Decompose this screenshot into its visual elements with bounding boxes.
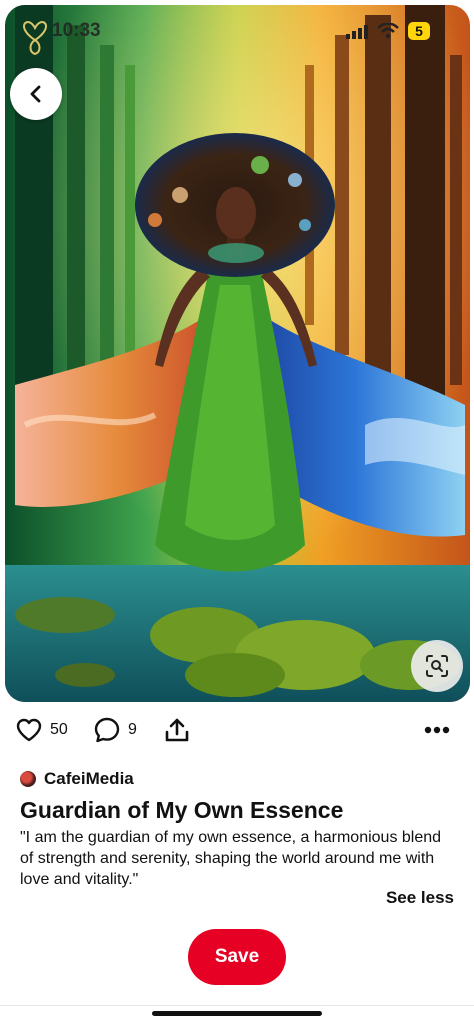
home-indicator[interactable]	[152, 1011, 322, 1016]
comment-bubble-icon	[94, 717, 120, 743]
share-button[interactable]	[164, 712, 190, 748]
back-button[interactable]	[10, 68, 62, 120]
forest-guardian-artwork	[5, 5, 470, 702]
chevron-left-icon	[30, 85, 41, 103]
pin-actions: 50 9	[16, 712, 458, 748]
see-less-link[interactable]: See less	[386, 888, 454, 908]
share-icon	[165, 718, 189, 742]
pin-title: Guardian of My Own Essence	[20, 797, 344, 823]
comment-count: 9	[128, 721, 137, 738]
more-options-button[interactable]	[424, 712, 450, 748]
visual-search-button[interactable]	[411, 640, 463, 692]
heart-icon	[16, 718, 42, 742]
more-dots-icon	[424, 726, 450, 734]
pin-author[interactable]: CafeiMedia	[20, 768, 134, 790]
lens-search-icon	[426, 655, 448, 677]
divider	[0, 1005, 474, 1006]
pin-image[interactable]	[5, 5, 470, 702]
like-button[interactable]: 50	[16, 712, 68, 748]
save-button[interactable]: Save	[188, 929, 286, 985]
comment-button[interactable]: 9	[94, 712, 137, 748]
pin-description: "I am the guardian of my own essence, a …	[20, 829, 442, 888]
author-name: CafeiMedia	[44, 769, 134, 788]
avatar	[20, 771, 36, 787]
like-count: 50	[50, 721, 68, 738]
